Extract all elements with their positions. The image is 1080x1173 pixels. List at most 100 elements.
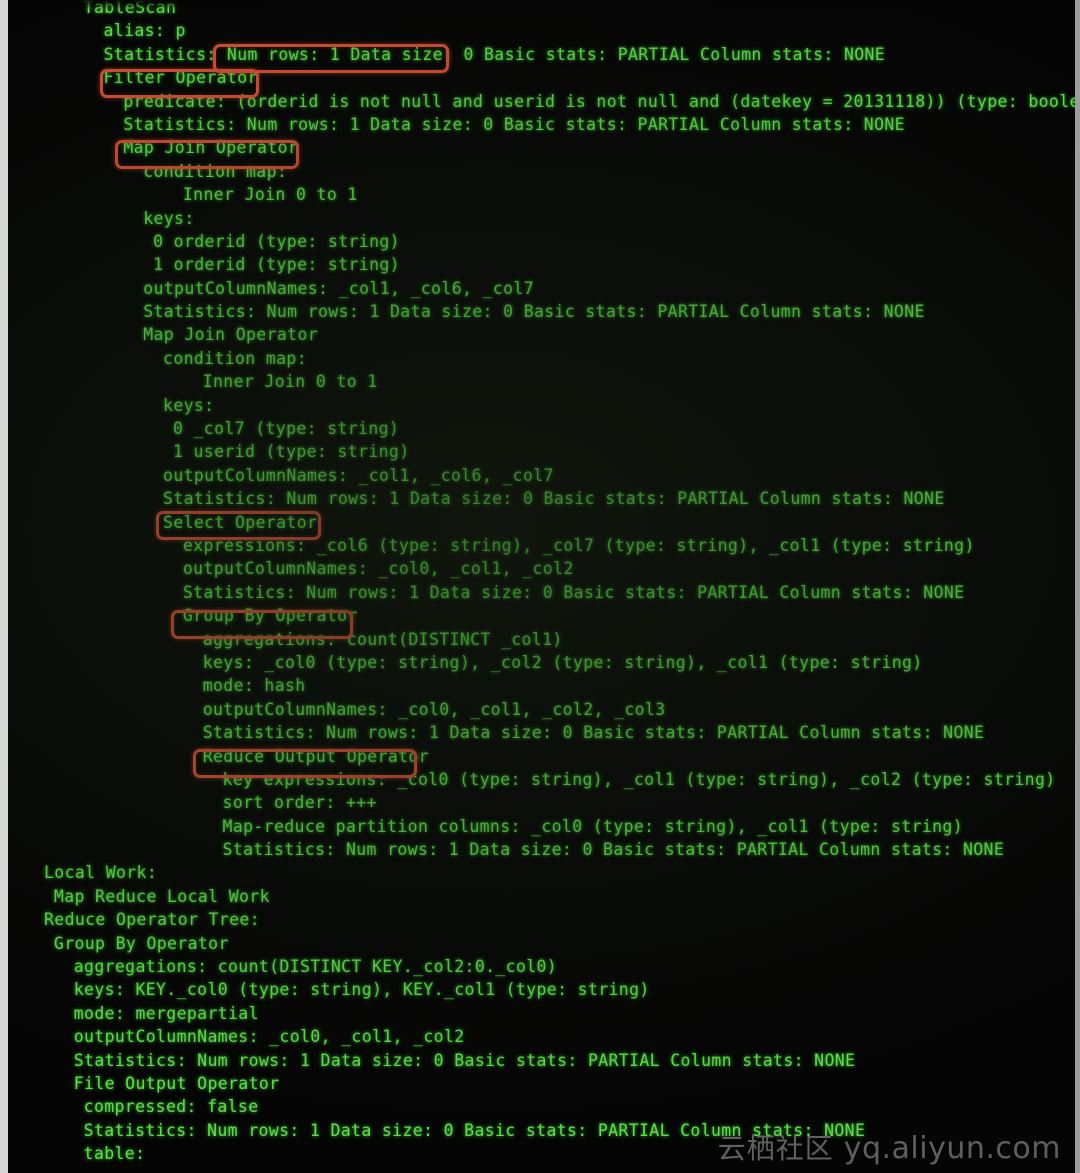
- code-line-text: 1 orderid (type: string): [153, 255, 400, 275]
- code-line-text: Statistics: Num rows: 1 Data size: 0 Bas…: [222, 840, 1005, 860]
- code-line-text: Statistics: Num rows: 1 Data size: 0 Bas…: [123, 114, 905, 134]
- code-line: Map-reduce partition columns: _col0 (typ…: [8, 815, 1075, 838]
- code-line-text: aggregations: count(DISTINCT KEY._col2:0…: [73, 957, 558, 977]
- code-line: predicate: (orderid is not null and user…: [8, 90, 1075, 113]
- code-line-text: Select Operator: [163, 512, 318, 532]
- code-line-text: mode: mergepartial: [73, 1003, 259, 1023]
- code-line-text: Group By Operator: [182, 606, 358, 626]
- code-line-text: keys: _col0 (type: string), _col2 (type:…: [202, 652, 923, 672]
- code-line: Statistics: Num rows: 1 Data size: 0 Bas…: [8, 1049, 1075, 1072]
- window-right-border: [1075, 0, 1080, 1173]
- code-line: File Output Operator: [8, 1072, 1075, 1095]
- code-line: keys: KEY._col0 (type: string), KEY._col…: [8, 978, 1075, 1001]
- code-line: condition map:: [8, 160, 1075, 183]
- code-line-text: Group By Operator: [53, 933, 229, 953]
- code-line-text: Map Reduce Local Work: [53, 886, 270, 906]
- code-line-text: outputColumnNames: _col1, _col6, _col7: [143, 278, 534, 298]
- code-line: Map Reduce Local Work: [8, 885, 1075, 908]
- code-line: Reduce Output Operator: [8, 745, 1075, 768]
- code-line-text: Statistics: Num rows: 1 Data size: 0 Bas…: [143, 302, 925, 322]
- code-line: Inner Join 0 to 1: [8, 370, 1075, 393]
- code-line-text: keys:: [163, 395, 215, 415]
- code-line-text: Filter Operator: [103, 68, 258, 88]
- code-line-text: mode: hash: [202, 676, 306, 696]
- code-line: Map Join Operator: [8, 136, 1075, 159]
- code-line: expressions: _col6 (type: string), _col7…: [8, 534, 1075, 557]
- code-line-text: outputColumnNames: _col0, _col1, _col2: [73, 1027, 465, 1047]
- code-line-text: expressions: _col6 (type: string), _col7…: [182, 535, 975, 555]
- code-line: key expressions: _col0 (type: string), _…: [8, 768, 1075, 791]
- code-line-text: Inner Join 0 to 1: [202, 372, 378, 392]
- code-line-text: Inner Join 0 to 1: [182, 185, 358, 205]
- code-line-text: keys:: [143, 208, 195, 228]
- terminal-output-pane[interactable]: TableScan alias: p Statistics: Num rows: 1…: [8, 0, 1075, 1173]
- code-line-text: Local Work:: [44, 863, 158, 883]
- code-line: Statistics: Num rows: 1 Data size: 0 Bas…: [8, 838, 1075, 861]
- code-line: 1 userid (type: string): [8, 440, 1075, 463]
- window-left-border: [0, 0, 8, 1173]
- code-line: Statistics: Num rows: 1 Data size: 0 Bas…: [8, 721, 1075, 744]
- code-line: outputColumnNames: _col1, _col6, _col7: [8, 277, 1075, 300]
- code-line-text: outputColumnNames: _col0, _col1, _col2: [182, 559, 574, 579]
- code-line: outputColumnNames: _col0, _col1, _col2: [8, 1025, 1075, 1048]
- watermark-url: yq.aliyun.com: [843, 1131, 1061, 1166]
- code-line: Statistics: Num rows: 1 Data size: 0 Bas…: [8, 300, 1075, 323]
- code-line: Group By Operator: [8, 932, 1075, 955]
- code-line-text: keys: KEY._col0 (type: string), KEY._col…: [73, 980, 650, 1000]
- code-line: 1 orderid (type: string): [8, 253, 1075, 276]
- code-line: alias: p: [8, 19, 1075, 42]
- code-line-text: key expressions: _col0 (type: string), _…: [222, 769, 1056, 789]
- code-line-text: sort order: +++: [222, 793, 377, 813]
- code-line-text: condition map:: [143, 161, 288, 181]
- code-line-text: 0 orderid (type: string): [153, 231, 400, 251]
- code-line-text: aggregations: count(DISTINCT _col1): [202, 629, 563, 649]
- code-line: Statistics: Num rows: 1 Data size: 0 Bas…: [8, 43, 1075, 66]
- code-line-text: Map-reduce partition columns: _col0 (typ…: [222, 816, 963, 836]
- code-line: Statistics: Num rows: 1 Data size: 0 Bas…: [8, 113, 1075, 136]
- code-line-text: Statistics: Num rows: 1 Data size: 0 Bas…: [73, 1050, 856, 1070]
- code-line-text: Statistics: Num rows: 1 Data size: 0 Bas…: [182, 582, 965, 602]
- code-line-text: Statistics: Num rows: 1 Data size: 0 Bas…: [202, 723, 985, 743]
- watermark: 云栖社区 yq.aliyun.com: [718, 1127, 1061, 1167]
- code-line-text: compressed: false: [83, 1097, 259, 1117]
- screenshot-root: TableScan alias: p Statistics: Num rows: 1…: [0, 0, 1080, 1173]
- explain-plan-text: TableScan alias: p Statistics: Num rows: 1…: [8, 0, 1075, 1166]
- code-line-text: Reduce Output Operator: [202, 746, 429, 766]
- code-line: aggregations: count(DISTINCT KEY._col2:0…: [8, 955, 1075, 978]
- code-line: keys:: [8, 394, 1075, 417]
- code-line: mode: hash: [8, 674, 1075, 697]
- code-line: outputColumnNames: _col0, _col1, _col2: [8, 557, 1075, 580]
- code-line: 0 orderid (type: string): [8, 230, 1075, 253]
- code-line-text: Map Join Operator: [123, 138, 299, 158]
- code-line: TableScan: [8, 0, 1075, 19]
- code-line: Map Join Operator: [8, 323, 1075, 346]
- code-line: sort order: +++: [8, 791, 1075, 814]
- code-line-text: predicate: (orderid is not null and user…: [123, 91, 1075, 111]
- code-line-text: 1 userid (type: string): [172, 442, 410, 462]
- code-line: 0 _col7 (type: string): [8, 417, 1075, 440]
- code-line: Group By Operator: [8, 604, 1075, 627]
- watermark-brand: 云栖社区: [717, 1132, 834, 1165]
- code-line-text: Statistics: Num rows: 1 Data size: 0 Bas…: [163, 489, 945, 509]
- code-line-text: 0 _col7 (type: string): [172, 419, 400, 439]
- code-line: Select Operator: [8, 511, 1075, 534]
- code-line: outputColumnNames: _col0, _col1, _col2, …: [8, 698, 1075, 721]
- code-line: Reduce Operator Tree:: [8, 908, 1075, 931]
- code-line-text: condition map:: [163, 348, 308, 368]
- code-line: Statistics: Num rows: 1 Data size: 0 Bas…: [8, 487, 1075, 510]
- code-line: condition map:: [8, 347, 1075, 370]
- code-line: outputColumnNames: _col1, _col6, _col7: [8, 464, 1075, 487]
- code-line-text: alias: p: [103, 21, 186, 41]
- code-line-text: Statistics: Num rows: 1 Data size: 0 Bas…: [103, 44, 886, 64]
- code-line-text: outputColumnNames: _col1, _col6, _col7: [163, 465, 554, 485]
- code-line: Local Work:: [8, 861, 1075, 884]
- code-line: compressed: false: [8, 1095, 1075, 1118]
- code-line-text: TableScan: [83, 0, 177, 17]
- code-line: Inner Join 0 to 1: [8, 183, 1075, 206]
- code-line-text: File Output Operator: [73, 1073, 280, 1093]
- code-line: Statistics: Num rows: 1 Data size: 0 Bas…: [8, 581, 1075, 604]
- code-line-text: table:: [83, 1144, 146, 1164]
- code-line-text: Map Join Operator: [143, 325, 319, 345]
- code-line: keys: _col0 (type: string), _col2 (type:…: [8, 651, 1075, 674]
- code-line-text: Reduce Operator Tree:: [44, 910, 260, 930]
